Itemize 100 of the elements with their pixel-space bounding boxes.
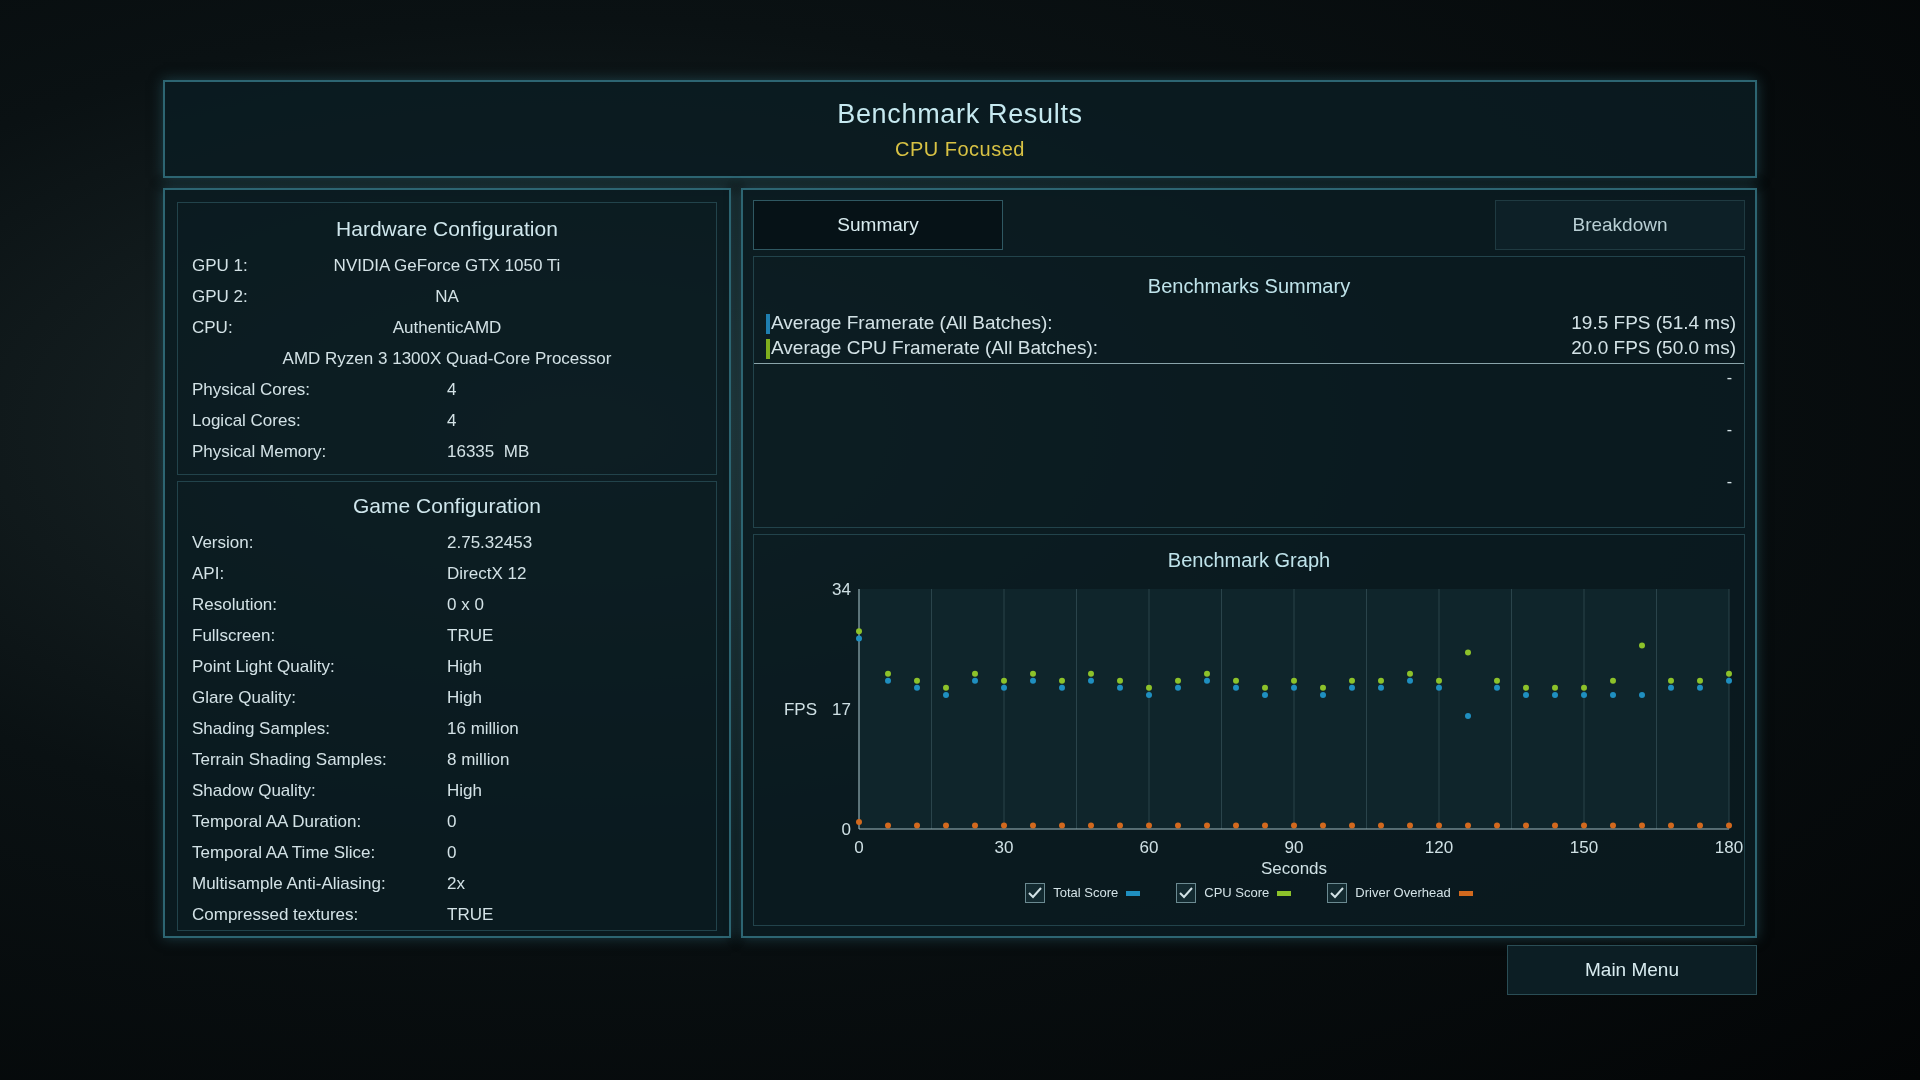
data-point <box>1639 691 1645 698</box>
setting-label: Shadow Quality: <box>192 779 317 802</box>
axis-tick-label: 180 <box>1714 838 1744 857</box>
summary-label: Average CPU Framerate (All Batches): <box>771 336 1099 361</box>
setting-value: 2.75.32453 <box>447 531 533 554</box>
spec-label: Physical Cores: <box>192 379 312 402</box>
axis-tick-label: 17 <box>832 699 851 719</box>
axis-label: Seconds <box>1260 859 1328 878</box>
setting-label: Multisample Anti-Aliasing: <box>192 872 387 895</box>
data-point <box>1001 822 1007 829</box>
data-point <box>885 822 891 829</box>
section-title: Hardware Configuration <box>335 216 559 242</box>
setting-label: Compressed textures: <box>192 903 360 926</box>
setting-label: Temporal AA Duration: <box>192 810 363 833</box>
data-point <box>1610 677 1616 684</box>
setting-label: Terrain Shading Samples: <box>192 748 388 771</box>
section-title: Benchmarks Summary <box>1146 274 1352 299</box>
setting-label: Glare Quality: <box>192 686 297 709</box>
check-icon <box>1028 887 1043 899</box>
summary-label: Average Framerate (All Batches): <box>771 311 1054 336</box>
data-point <box>1262 822 1268 829</box>
empty-value: - <box>1726 420 1732 440</box>
spec-value: 4 <box>447 379 457 402</box>
setting-label: API: <box>192 562 226 585</box>
legend-label: CPU Score <box>1204 884 1270 903</box>
section-title: Benchmark Graph <box>1167 548 1331 573</box>
data-point <box>1146 822 1152 829</box>
setting-value: 16 million <box>447 717 519 740</box>
spec-value: AuthenticAMD <box>391 317 503 340</box>
tab[interactable]: Summary <box>753 200 1003 250</box>
data-point <box>1523 822 1529 829</box>
legend-label: Total Score <box>1053 884 1119 903</box>
empty-value: - <box>1726 472 1732 492</box>
setting-value: 0 <box>447 841 457 864</box>
axis-tick-label: 0 <box>854 838 864 857</box>
data-point <box>1378 822 1384 829</box>
data-point <box>1204 822 1210 829</box>
legend-swatch <box>1458 890 1473 896</box>
data-point <box>1465 713 1471 720</box>
spec-label: Logical Cores: <box>192 410 302 433</box>
data-point <box>1436 822 1442 829</box>
axis-tick-label: 60 <box>1139 838 1159 857</box>
axis-tick-label: 120 <box>1424 838 1454 857</box>
legend-swatch <box>1126 890 1141 896</box>
check-icon <box>1330 887 1345 899</box>
setting-value: TRUE <box>447 624 494 647</box>
legend-checkbox[interactable] <box>1025 883 1046 903</box>
data-point <box>972 822 978 829</box>
data-point <box>1291 822 1297 829</box>
axis-tick-label: 90 <box>1284 838 1304 857</box>
data-point <box>856 818 862 825</box>
page-title: Benchmark Results <box>837 97 1083 131</box>
axis-tick-label: 0 <box>841 819 851 839</box>
data-point <box>1552 822 1558 829</box>
tab[interactable]: Breakdown <box>1495 200 1745 250</box>
section-title: Game Configuration <box>352 492 542 519</box>
setting-label: Fullscreen: <box>192 624 277 647</box>
spec-value: 16335 MB <box>447 441 530 464</box>
axis-label: FPS <box>783 699 817 719</box>
data-point <box>1697 822 1703 829</box>
data-point <box>1175 822 1181 829</box>
data-point <box>1465 822 1471 829</box>
data-point <box>914 822 920 829</box>
legend-swatch <box>1277 890 1292 896</box>
data-point <box>1494 822 1500 829</box>
data-point <box>1610 822 1616 829</box>
data-point <box>943 822 949 829</box>
axis-tick-label: 30 <box>994 838 1014 857</box>
page-subtitle: CPU Focused <box>895 137 1025 163</box>
data-point <box>1349 822 1355 829</box>
data-point <box>1668 822 1674 829</box>
empty-value: - <box>1726 368 1732 388</box>
main-menu-button[interactable]: Main Menu <box>1507 945 1757 995</box>
legend-checkbox[interactable] <box>1176 883 1197 903</box>
legend-checkbox[interactable] <box>1327 883 1348 903</box>
spec-value: 4 <box>447 410 457 433</box>
legend-label: Driver Overhead <box>1355 884 1451 903</box>
spec-value: NVIDIA GeForce GTX 1050 Ti <box>332 255 562 278</box>
spec-label: Physical Memory: <box>192 441 328 464</box>
axis-tick-label: 150 <box>1569 838 1599 857</box>
summary-value: 19.5 FPS (51.4 ms) <box>1571 311 1736 336</box>
data-point <box>1088 822 1094 829</box>
setting-value: 8 million <box>447 748 510 771</box>
setting-value: High <box>447 686 482 709</box>
setting-value: 2x <box>447 872 465 895</box>
setting-value: DirectX 12 <box>447 562 527 585</box>
data-point <box>1726 822 1732 829</box>
spec-value: NA <box>434 286 460 309</box>
setting-value: High <box>447 779 482 802</box>
data-point <box>1639 642 1645 649</box>
setting-label: Temporal AA Time Slice: <box>192 841 377 864</box>
data-point <box>1465 649 1471 656</box>
setting-value: High <box>447 655 482 678</box>
setting-label: Resolution: <box>192 593 279 616</box>
setting-label: Point Light Quality: <box>192 655 336 678</box>
spec-label: GPU 1: <box>192 255 249 278</box>
setting-label: Version: <box>192 531 255 554</box>
spec-value: AMD Ryzen 3 1300X Quad-Core Processor <box>282 348 612 371</box>
axis-tick-label: 34 <box>832 579 851 599</box>
data-point <box>1117 822 1123 829</box>
